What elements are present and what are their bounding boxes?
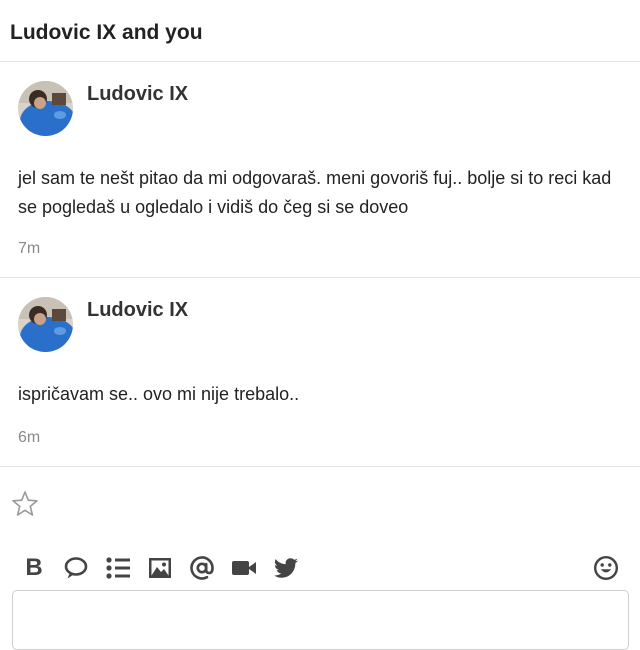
message-timestamp: 6m: [18, 429, 41, 446]
bold-icon: B: [25, 554, 43, 581]
chat-bubble-icon: [64, 557, 88, 579]
conversation-header: Ludovic IX and you: [0, 0, 640, 62]
comment-button[interactable]: [63, 555, 89, 581]
emoji-icon: [593, 555, 619, 581]
conversation-title: Ludovic IX and you: [10, 21, 203, 44]
image-button[interactable]: [147, 555, 173, 581]
video-icon: [232, 561, 256, 575]
message-text: ispričavam se.. ovo mi nije trebalo..: [18, 384, 300, 404]
star-icon[interactable]: [11, 490, 39, 518]
message-item: Ludovic IX jel sam te nešt pitao da mi o…: [0, 62, 640, 278]
list-button[interactable]: [105, 555, 131, 581]
image-icon: [149, 558, 171, 578]
at-icon: [190, 556, 214, 580]
list-icon: [106, 557, 130, 579]
avatar[interactable]: [18, 297, 73, 352]
twitter-button[interactable]: [273, 555, 299, 581]
message-text: jel sam te nešt pitao da mi odgovaraš. m…: [18, 168, 612, 217]
message-author[interactable]: Ludovic IX: [87, 299, 188, 322]
message-input[interactable]: [12, 590, 629, 650]
mention-button[interactable]: [189, 555, 215, 581]
twitter-icon: [273, 558, 298, 578]
message-author[interactable]: Ludovic IX: [87, 83, 188, 106]
emoji-button[interactable]: [593, 555, 619, 581]
message-item: Ludovic IX ispričavam se.. ovo mi nije t…: [0, 278, 640, 467]
message-timestamp: 7m: [18, 240, 41, 257]
bold-button[interactable]: B: [21, 555, 47, 581]
avatar[interactable]: [18, 81, 73, 136]
video-button[interactable]: [231, 555, 257, 581]
